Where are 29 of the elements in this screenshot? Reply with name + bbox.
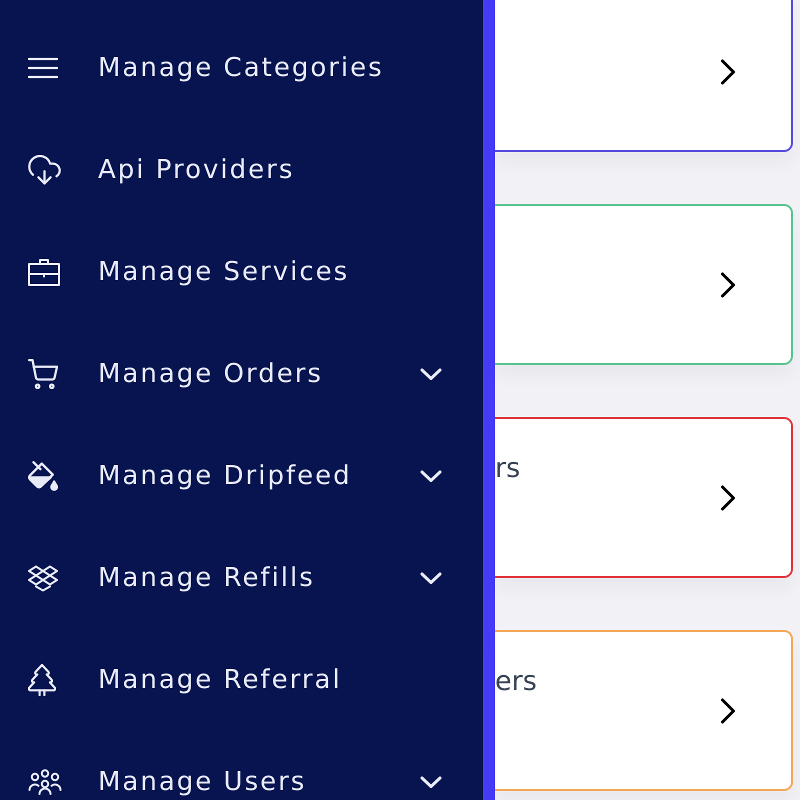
chevron-right-icon xyxy=(720,58,736,84)
sidebar-item[interactable]: Manage Dripfeed xyxy=(28,460,442,492)
sidebar-item[interactable]: Manage Categories xyxy=(28,52,442,84)
sidebar-item[interactable]: Api Providers xyxy=(28,154,442,186)
chevron-down-icon xyxy=(420,368,442,380)
cloud-download-icon xyxy=(28,154,61,186)
link-card[interactable]: ers xyxy=(495,630,793,791)
sidebar-item[interactable]: Manage Refills xyxy=(28,562,442,594)
link-card[interactable] xyxy=(495,0,793,152)
link-card[interactable]: rs xyxy=(495,417,793,578)
briefcase-icon xyxy=(28,258,60,286)
chevron-down-icon xyxy=(420,776,442,788)
card-title: ers xyxy=(495,666,537,698)
box-icon xyxy=(28,564,58,592)
chevron-down-icon xyxy=(420,470,442,482)
chevron-right-icon xyxy=(720,698,736,724)
sidebar-item[interactable]: Manage Services xyxy=(28,256,442,288)
sidebar-item[interactable]: Manage Orders xyxy=(28,358,442,390)
people-icon xyxy=(28,769,62,795)
chevron-down-icon xyxy=(420,572,442,584)
menu-icon xyxy=(28,57,58,79)
cart-icon xyxy=(28,359,58,389)
sidebar-item[interactable]: Manage Referral xyxy=(28,664,442,696)
chevron-right-icon xyxy=(720,484,736,510)
chevron-right-icon xyxy=(720,272,736,298)
paint-bucket-icon xyxy=(28,461,58,491)
tree-icon xyxy=(28,664,56,696)
card-title: rs xyxy=(495,453,520,485)
sidebar-item[interactable]: Manage Users xyxy=(28,766,442,798)
